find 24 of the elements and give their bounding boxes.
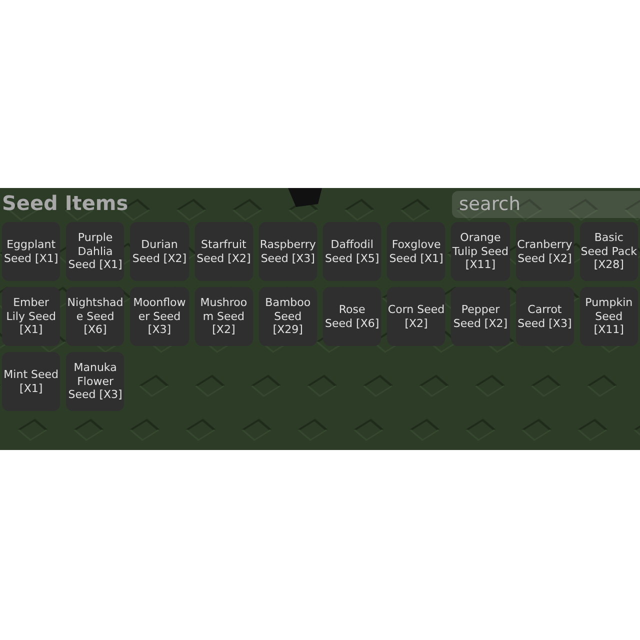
seed-item-button[interactable]: Mushroom Seed [X2]: [194, 287, 253, 346]
seed-item-button[interactable]: Moonflower Seed [X3]: [130, 287, 189, 346]
seed-item-button[interactable]: Cranberry Seed [X2]: [516, 222, 574, 281]
seed-item-button[interactable]: Corn Seed [X2]: [387, 287, 446, 346]
seed-item-button[interactable]: Purple Dahlia Seed [X1]: [66, 222, 124, 281]
seed-item-button[interactable]: Foxglove Seed [X1]: [387, 222, 446, 281]
seed-item-button[interactable]: Pepper Seed [X2]: [451, 287, 510, 346]
seed-item-button[interactable]: Starfruit Seed [X2]: [194, 222, 253, 281]
seed-item-button[interactable]: Rose Seed [X6]: [323, 287, 382, 346]
seed-item-button[interactable]: Bamboo Seed [X29]: [258, 287, 317, 346]
seed-item-button[interactable]: Manuka Flower Seed [X3]: [66, 352, 124, 411]
panel-title: Seed Items: [2, 190, 128, 216]
seed-item-button[interactable]: Carrot Seed [X3]: [516, 287, 574, 346]
seed-item-button[interactable]: Durian Seed [X2]: [130, 222, 189, 281]
seed-item-button[interactable]: Eggplant Seed [X1]: [2, 222, 60, 281]
seed-item-button[interactable]: Nightshade Seed [X6]: [66, 287, 124, 346]
seed-item-button[interactable]: Orange Tulip Seed [X11]: [451, 222, 510, 281]
seed-item-button[interactable]: Daffodil Seed [X5]: [323, 222, 382, 281]
seed-item-button[interactable]: Ember Lily Seed [X1]: [2, 287, 60, 346]
seed-item-button[interactable]: Pumpkin Seed [X11]: [580, 287, 638, 346]
dark-block-drawing: [288, 188, 322, 207]
seed-item-button[interactable]: Mint Seed [X1]: [2, 352, 60, 411]
seed-item-button[interactable]: Raspberry Seed [X3]: [258, 222, 317, 281]
seed-item-button[interactable]: Basic Seed Pack [X28]: [580, 222, 638, 281]
